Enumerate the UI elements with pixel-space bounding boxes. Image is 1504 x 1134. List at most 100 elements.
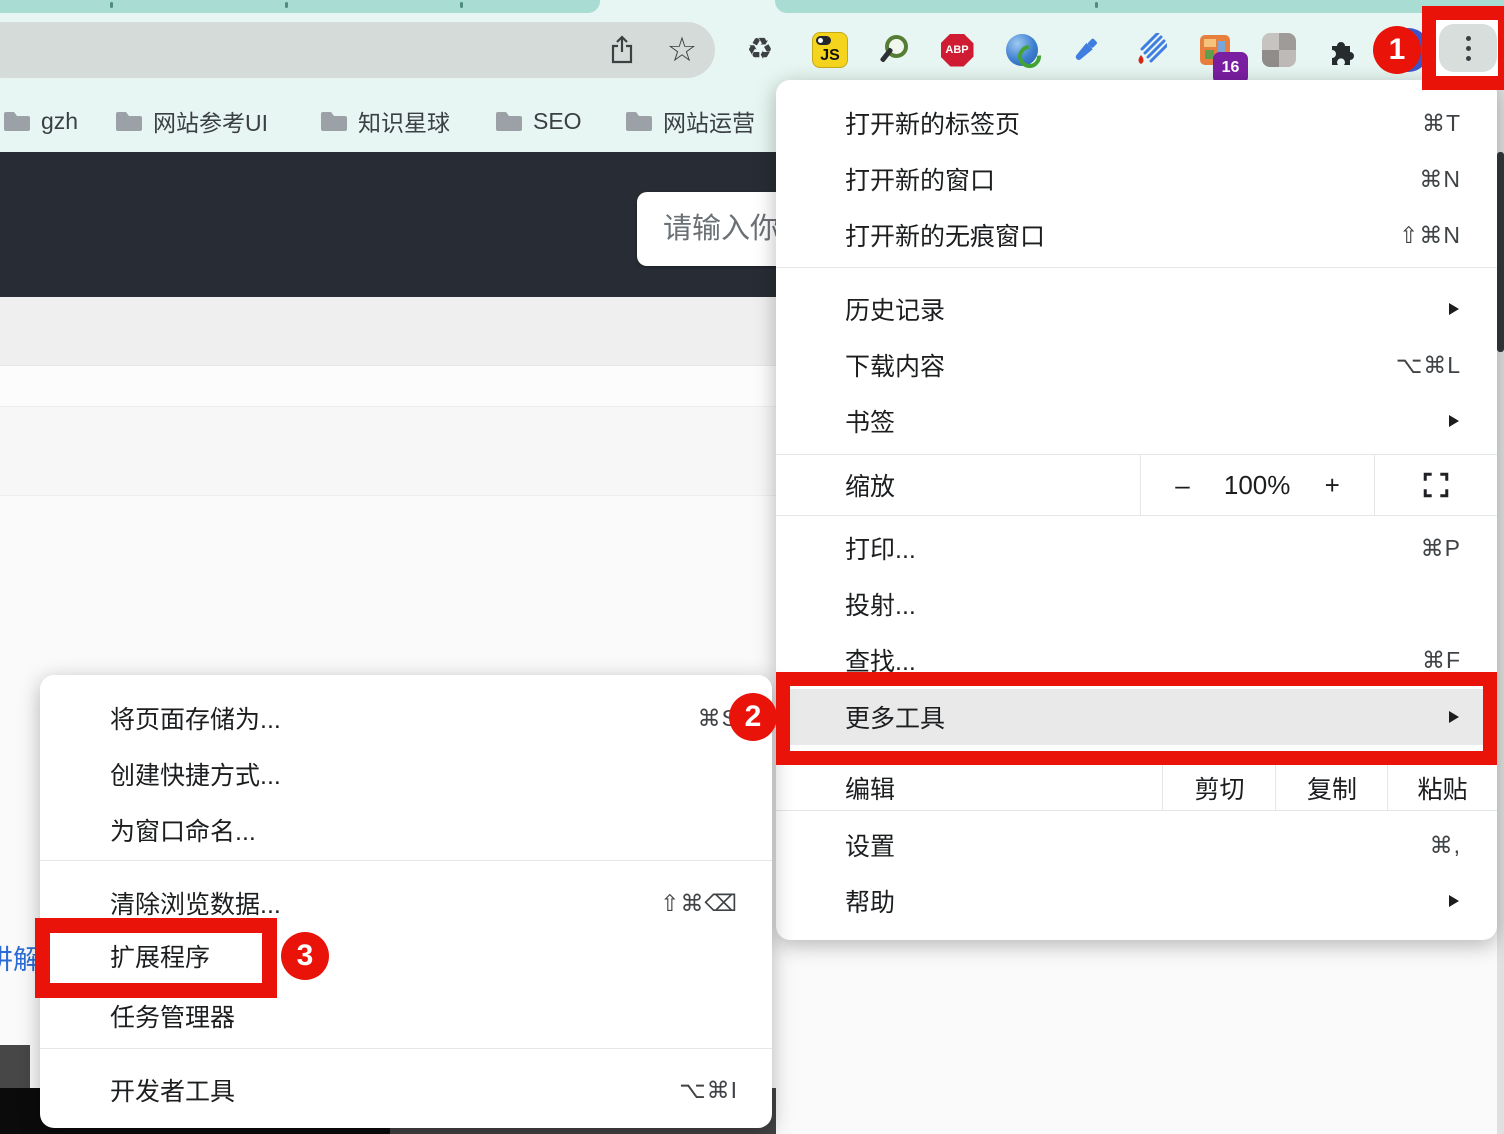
submenu-arrow-icon <box>1449 895 1459 907</box>
bookmark-label: SEO <box>533 108 582 135</box>
quad-extension-icon[interactable] <box>1261 32 1297 68</box>
menu-item-history[interactable]: 历史记录 <box>776 281 1497 337</box>
colorpicker-rain-extension-icon[interactable] <box>1132 32 1168 68</box>
menu-shortcut: ⇧⌘N <box>1399 222 1461 249</box>
menu-separator <box>40 860 772 861</box>
annotation-box-more-tools <box>776 672 1497 765</box>
menu-item-label: 设置 <box>845 827 1430 863</box>
bookmark-star-icon[interactable]: ☆ <box>664 32 700 68</box>
fullscreen-button[interactable] <box>1375 455 1497 515</box>
menu-item-print[interactable]: 打印... ⌘P <box>776 520 1497 576</box>
bookmark-folder-seo[interactable]: SEO <box>495 90 582 152</box>
bookmark-label: 网站运营 <box>663 104 755 138</box>
folder-icon <box>115 110 143 132</box>
bookmark-folder-site-reference[interactable]: 网站参考UI <box>115 90 268 152</box>
extensions-puzzle-icon[interactable] <box>1324 32 1360 68</box>
menu-item-create-shortcut[interactable]: 创建快捷方式... <box>40 746 772 802</box>
kebab-dot <box>1466 56 1471 61</box>
share-icon[interactable] <box>604 32 640 68</box>
menu-shortcut: ⌘N <box>1419 166 1461 193</box>
grid-extension-icon[interactable]: 16 <box>1197 32 1233 68</box>
menu-separator <box>776 267 1497 268</box>
menu-item-edit: 编辑 剪切 复制 粘贴 <box>776 764 1497 811</box>
menu-item-label: 打开新的无痕窗口 <box>845 217 1399 253</box>
menu-item-label: 书签 <box>845 403 1449 439</box>
menu-item-settings[interactable]: 设置 ⌘, <box>776 817 1497 873</box>
annotation-box-extensions <box>35 918 277 998</box>
annotation-step-1: 1 <box>1373 26 1421 74</box>
menu-item-new-window[interactable]: 打开新的窗口 ⌘N <box>776 151 1497 207</box>
submenu-arrow-icon <box>1449 415 1459 427</box>
menu-shortcut: ⌘, <box>1430 832 1461 859</box>
page-scrollbar-thumb[interactable] <box>1497 152 1504 352</box>
adblock-plus-extension-icon[interactable]: ABP <box>939 32 975 68</box>
bookmark-label: gzh <box>41 108 78 135</box>
bookmark-folder-site-operation[interactable]: 网站运营 <box>625 90 755 152</box>
bookmark-folder-knowledge-planet[interactable]: 知识星球 <box>320 90 450 152</box>
submenu-arrow-icon <box>1449 303 1459 315</box>
menu-shortcut: ⌘P <box>1421 535 1461 562</box>
tab-strip-right[interactable] <box>775 0 1504 13</box>
tab-divider <box>1095 2 1098 8</box>
annotation-box-kebab-menu <box>1422 6 1504 90</box>
tab-strip-left[interactable] <box>0 0 600 13</box>
tab-divider <box>285 2 288 8</box>
folder-icon <box>625 110 653 132</box>
zoom-label: 缩放 <box>845 455 895 515</box>
menu-item-label: 任务管理器 <box>110 998 738 1034</box>
menu-item-label: 将页面存储为... <box>110 700 698 736</box>
recycle-extension-icon[interactable]: ♻ <box>742 32 778 68</box>
menu-shortcut: ⌘F <box>1422 647 1461 674</box>
folder-icon <box>495 110 523 132</box>
eyedropper-extension-icon[interactable] <box>1067 32 1103 68</box>
toggle-icon <box>816 36 831 45</box>
tab-divider <box>110 2 113 8</box>
abp-extension-label: ABP <box>941 34 974 67</box>
kebab-menu-button[interactable] <box>1439 24 1497 72</box>
seo-magnifier-extension-icon[interactable] <box>877 32 913 68</box>
menu-item-new-incognito-window[interactable]: 打开新的无痕窗口 ⇧⌘N <box>776 207 1497 263</box>
edit-cut-button[interactable]: 剪切 <box>1162 765 1276 810</box>
menu-shortcut: ⌥⌘L <box>1396 352 1461 379</box>
menu-item-downloads[interactable]: 下载内容 ⌥⌘L <box>776 337 1497 393</box>
menu-item-label: 投射... <box>845 586 1461 622</box>
tab-divider <box>460 2 463 8</box>
menu-item-label: 打开新的标签页 <box>845 105 1422 141</box>
zoom-value: 100% <box>1224 470 1291 501</box>
menu-item-label: 打印... <box>845 530 1421 566</box>
menu-item-developer-tools[interactable]: 开发者工具 ⌥⌘I <box>40 1062 772 1118</box>
folder-icon <box>3 110 31 132</box>
page-footer-block <box>0 1045 30 1088</box>
js-toggle-extension-icon[interactable]: JS <box>812 32 848 68</box>
menu-item-label: 创建快捷方式... <box>110 756 738 792</box>
menu-item-name-window[interactable]: 为窗口命名... <box>40 802 772 858</box>
zoom-in-button[interactable]: + <box>1325 470 1340 501</box>
menu-item-label: 打开新的窗口 <box>845 161 1419 197</box>
menu-item-label: 开发者工具 <box>110 1072 679 1108</box>
menu-item-help[interactable]: 帮助 <box>776 873 1497 929</box>
annotation-step-2: 2 <box>729 693 777 741</box>
menu-shortcut: ⌥⌘I <box>679 1077 738 1104</box>
fullscreen-icon <box>1422 471 1450 499</box>
edit-label: 编辑 <box>845 765 895 810</box>
menu-item-cast[interactable]: 投射... <box>776 576 1497 632</box>
bookmark-label: 知识星球 <box>358 104 450 138</box>
menu-item-zoom: 缩放 – 100% + <box>776 454 1497 516</box>
menu-item-bookmarks[interactable]: 书签 <box>776 393 1497 449</box>
bookmark-folder-gzh[interactable]: gzh <box>3 90 78 152</box>
menu-item-new-tab[interactable]: 打开新的标签页 ⌘T <box>776 95 1497 151</box>
menu-separator <box>40 1048 772 1049</box>
menu-item-label: 下载内容 <box>845 347 1396 383</box>
annotation-step-3: 3 <box>281 932 329 980</box>
chrome-page-submenu: 将页面存储为... ⌘S 创建快捷方式... 为窗口命名... 清除浏览数据..… <box>40 675 772 1128</box>
kebab-dot <box>1466 46 1471 51</box>
menu-item-save-page-as[interactable]: 将页面存储为... ⌘S <box>40 690 772 746</box>
globe-extension-icon[interactable] <box>1004 32 1040 68</box>
bookmark-label: 网站参考UI <box>153 104 268 138</box>
edit-copy-button[interactable]: 复制 <box>1275 765 1388 810</box>
edit-paste-button[interactable]: 粘贴 <box>1387 765 1497 810</box>
browser-window: ☆ ♻ JS ABP 16 gzh <box>0 0 1504 1134</box>
kebab-dot <box>1466 36 1471 41</box>
page-link-fragment[interactable]: 讲解 <box>0 938 40 977</box>
zoom-out-button[interactable]: – <box>1175 470 1189 501</box>
